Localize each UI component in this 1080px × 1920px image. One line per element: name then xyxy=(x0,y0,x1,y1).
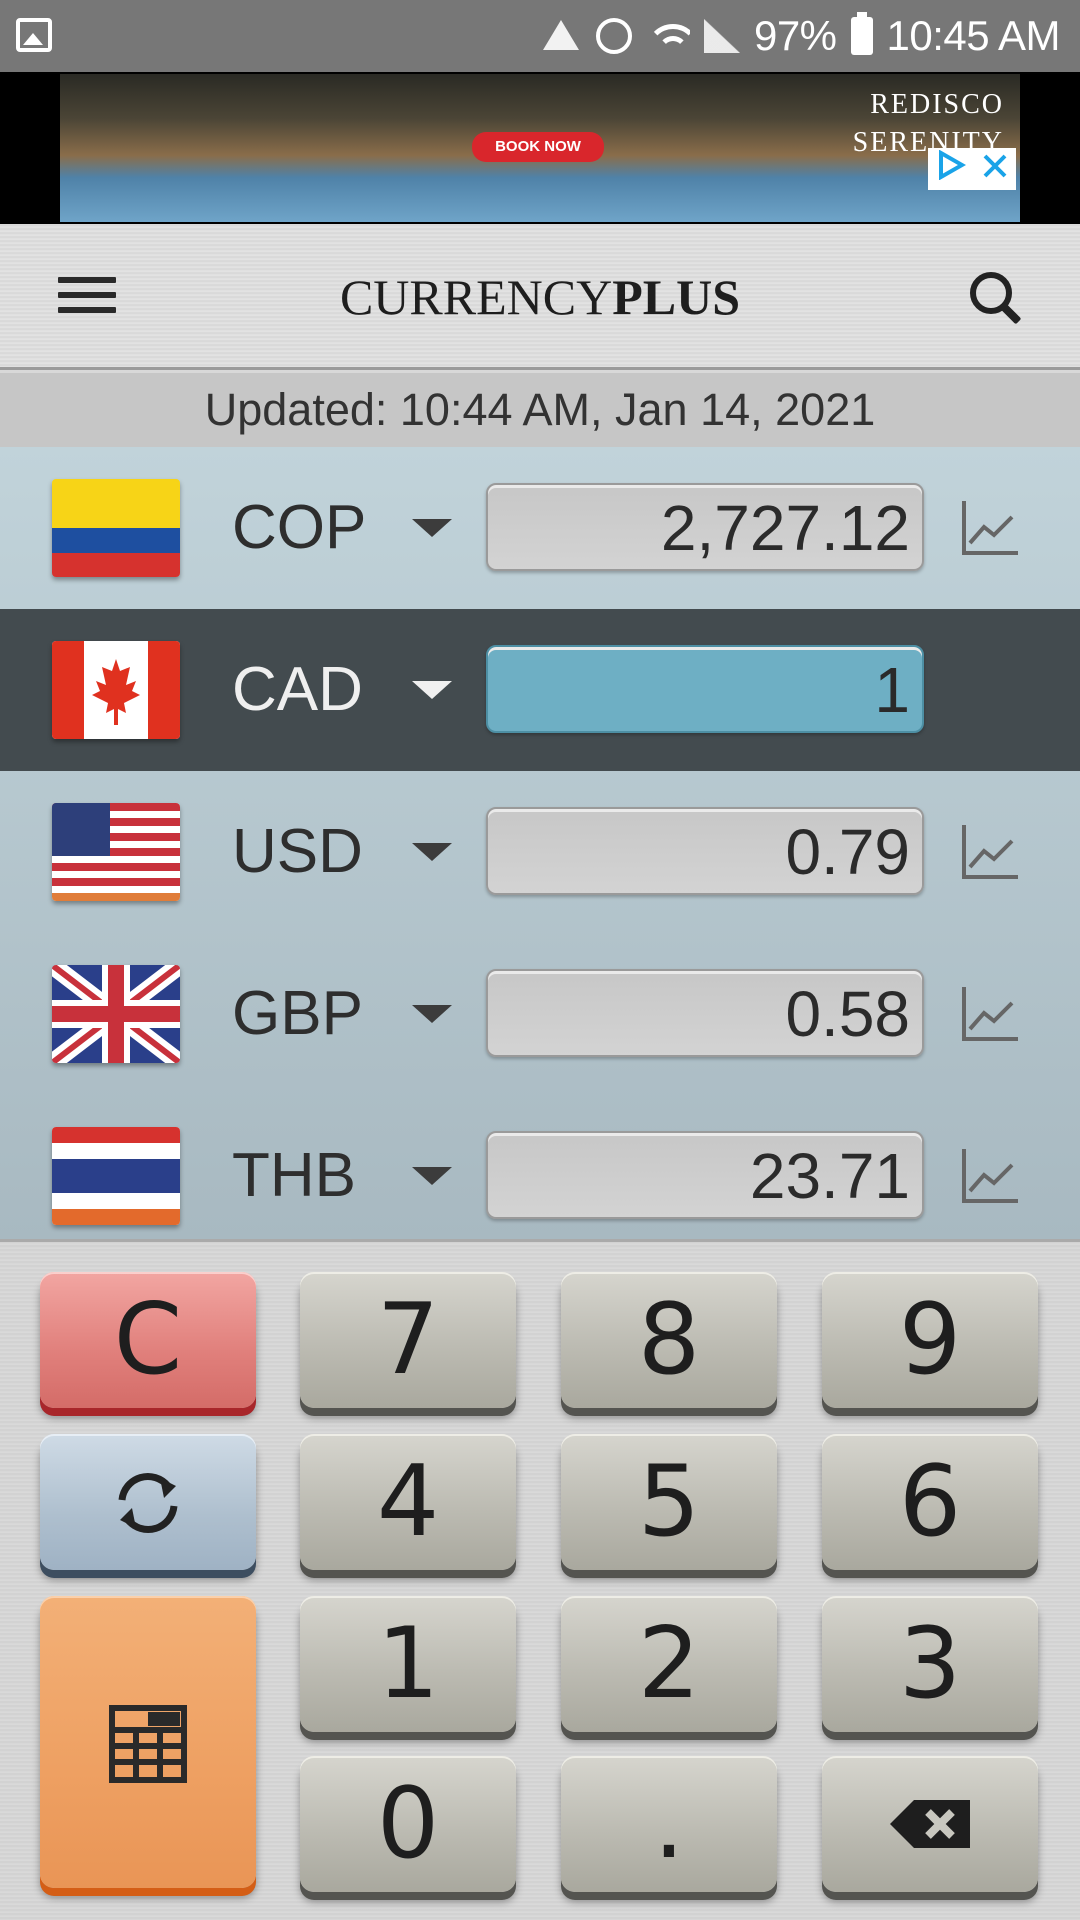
currency-code[interactable]: THB xyxy=(232,1095,356,1257)
key-2[interactable]: 2 xyxy=(561,1596,777,1732)
key-1[interactable]: 1 xyxy=(300,1596,516,1732)
currency-code[interactable]: GBP xyxy=(232,933,363,1095)
ad-banner[interactable]: BOOK NOW REDISCO SERENITY xyxy=(0,72,1080,224)
key-4[interactable]: 4 xyxy=(300,1434,516,1570)
currency-code[interactable]: USD xyxy=(232,771,363,933)
calculator-icon xyxy=(109,1705,187,1783)
chevron-down-icon[interactable] xyxy=(412,1005,452,1023)
app-header: CURRENCYPLUS xyxy=(0,224,1080,370)
backspace-icon xyxy=(890,1800,970,1848)
ad-controls[interactable] xyxy=(928,148,1016,190)
clock: 10:45 AM xyxy=(886,12,1061,59)
amount-field[interactable]: 2,727.12 xyxy=(486,483,924,571)
currency-row-thb[interactable]: THB 23.71 xyxy=(0,1095,1080,1257)
refresh-icon xyxy=(118,1473,178,1533)
chart-icon[interactable] xyxy=(960,821,1020,881)
currency-row-cad[interactable]: CAD 1 xyxy=(0,609,1080,771)
chevron-down-icon[interactable] xyxy=(412,843,452,861)
recycle-icon xyxy=(540,18,582,54)
key-0[interactable]: 0 xyxy=(300,1756,516,1892)
wifi-icon xyxy=(645,18,690,54)
close-icon[interactable] xyxy=(981,150,1009,189)
adchoices-icon[interactable] xyxy=(936,149,966,189)
keypad: C 7 8 9 4 5 6 1 2 3 0 . xyxy=(0,1239,1080,1920)
logo-bold: PLUS xyxy=(612,269,741,325)
currency-row-gbp[interactable]: GBP 0.58 xyxy=(0,933,1080,1095)
battery-percent: 97% xyxy=(753,12,837,59)
ad-book-now-button[interactable]: BOOK NOW xyxy=(472,132,604,162)
currency-row-usd[interactable]: USD 0.79 xyxy=(0,771,1080,933)
ad-headline-line1: REDISCO xyxy=(870,89,1004,120)
thailand-flag xyxy=(52,1127,180,1225)
ad-image[interactable]: BOOK NOW REDISCO SERENITY xyxy=(60,74,1020,222)
alarm-icon xyxy=(595,18,632,54)
key-3[interactable]: 3 xyxy=(822,1596,1038,1732)
backspace-button[interactable] xyxy=(822,1756,1038,1892)
currency-code[interactable]: CAD xyxy=(232,609,363,771)
refresh-button[interactable] xyxy=(40,1434,256,1570)
status-bar: 97% 10:45 AM xyxy=(0,0,1080,72)
chart-icon[interactable] xyxy=(960,497,1020,557)
currency-row-cop[interactable]: COP 2,727.12 xyxy=(0,447,1080,609)
chevron-down-icon[interactable] xyxy=(412,1167,452,1185)
key-6[interactable]: 6 xyxy=(822,1434,1038,1570)
calculator-button[interactable] xyxy=(40,1596,256,1888)
signal-icon xyxy=(703,19,740,53)
currency-code[interactable]: COP xyxy=(232,447,366,609)
currency-list: COP 2,727.12 CAD 1 USD 0.79 GBP 0.58 THB… xyxy=(0,447,1080,1239)
amount-field[interactable]: 1 xyxy=(486,645,924,733)
key-5[interactable]: 5 xyxy=(561,1434,777,1570)
usa-flag xyxy=(52,803,180,901)
chevron-down-icon[interactable] xyxy=(412,519,452,537)
amount-field[interactable]: 23.71 xyxy=(486,1131,924,1219)
battery-icon xyxy=(850,12,873,55)
key-8[interactable]: 8 xyxy=(561,1272,777,1408)
search-icon[interactable] xyxy=(970,272,1024,326)
chevron-down-icon[interactable] xyxy=(412,681,452,699)
status-icons: 97% 10:45 AM xyxy=(540,0,1061,72)
clear-button[interactable]: C xyxy=(40,1272,256,1408)
updated-timestamp: Updated: 10:44 AM, Jan 14, 2021 xyxy=(0,373,1080,447)
key-7[interactable]: 7 xyxy=(300,1272,516,1408)
decimal-key[interactable]: . xyxy=(561,1756,777,1892)
chart-icon[interactable] xyxy=(960,1145,1020,1205)
canada-flag xyxy=(52,641,180,739)
app-logo: CURRENCYPLUS xyxy=(0,268,1080,326)
amount-field[interactable]: 0.79 xyxy=(486,807,924,895)
gallery-icon xyxy=(16,18,52,52)
logo-regular: CURRENCY xyxy=(339,269,613,325)
colombia-flag xyxy=(52,479,180,577)
key-9[interactable]: 9 xyxy=(822,1272,1038,1408)
chart-icon[interactable] xyxy=(960,983,1020,1043)
uk-flag xyxy=(52,965,180,1063)
amount-field[interactable]: 0.58 xyxy=(486,969,924,1057)
